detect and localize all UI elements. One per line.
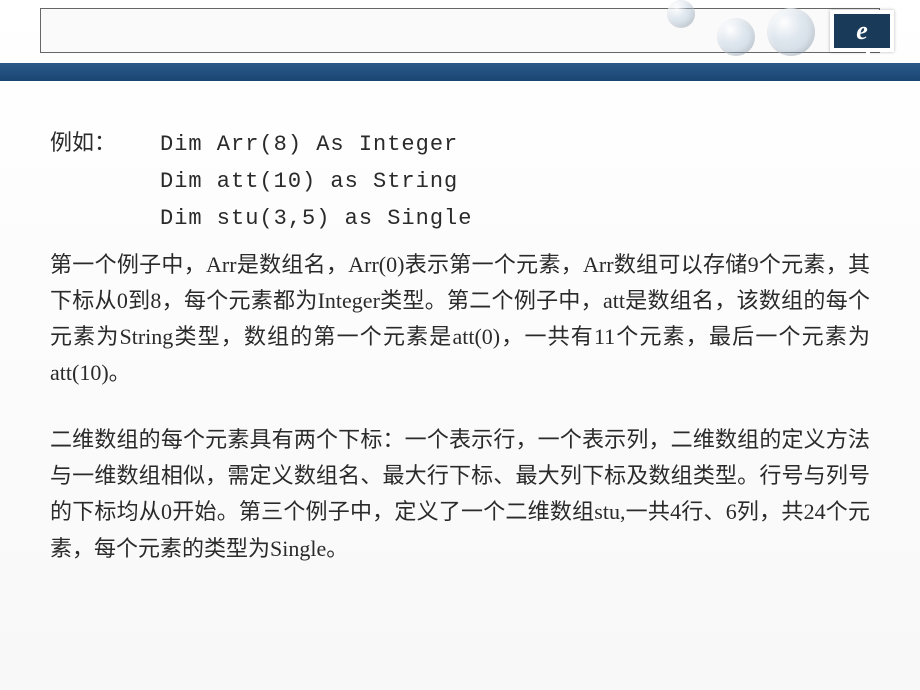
code-line-3-row: Dim stu(3,5) as Single xyxy=(50,199,870,236)
bubble-decoration-large xyxy=(767,8,815,56)
example-label: 例如： xyxy=(50,125,160,160)
explanation-paragraph-2: 二维数组的每个元素具有两个下标：一个表示行，一个表示列，二维数组的定义方法与一维… xyxy=(50,422,870,567)
monitor-stand xyxy=(866,52,870,60)
code-line-1-row: 例如：Dim Arr(8) As Integer xyxy=(50,125,870,162)
slide-content: 例如：Dim Arr(8) As Integer Dim att(10) as … xyxy=(50,125,870,567)
code-line-2: Dim att(10) as String xyxy=(160,169,458,194)
explanation-paragraph-1: 第一个例子中，Arr是数组名，Arr(0)表示第一个元素，Arr数组可以存储9个… xyxy=(50,247,870,392)
header-divider-bar xyxy=(0,63,920,81)
logo-letter: e xyxy=(856,16,868,46)
monitor-icon: e xyxy=(830,10,905,70)
bubble-decoration-medium xyxy=(717,18,755,56)
monitor-screen: e xyxy=(830,10,894,52)
code-line-2-row: Dim att(10) as String xyxy=(50,162,870,199)
bubble-decoration-small xyxy=(667,0,695,28)
code-line-1: Dim Arr(8) As Integer xyxy=(160,132,458,157)
code-line-3: Dim stu(3,5) as Single xyxy=(160,206,472,231)
code-example-block: 例如：Dim Arr(8) As Integer Dim att(10) as … xyxy=(50,125,870,237)
